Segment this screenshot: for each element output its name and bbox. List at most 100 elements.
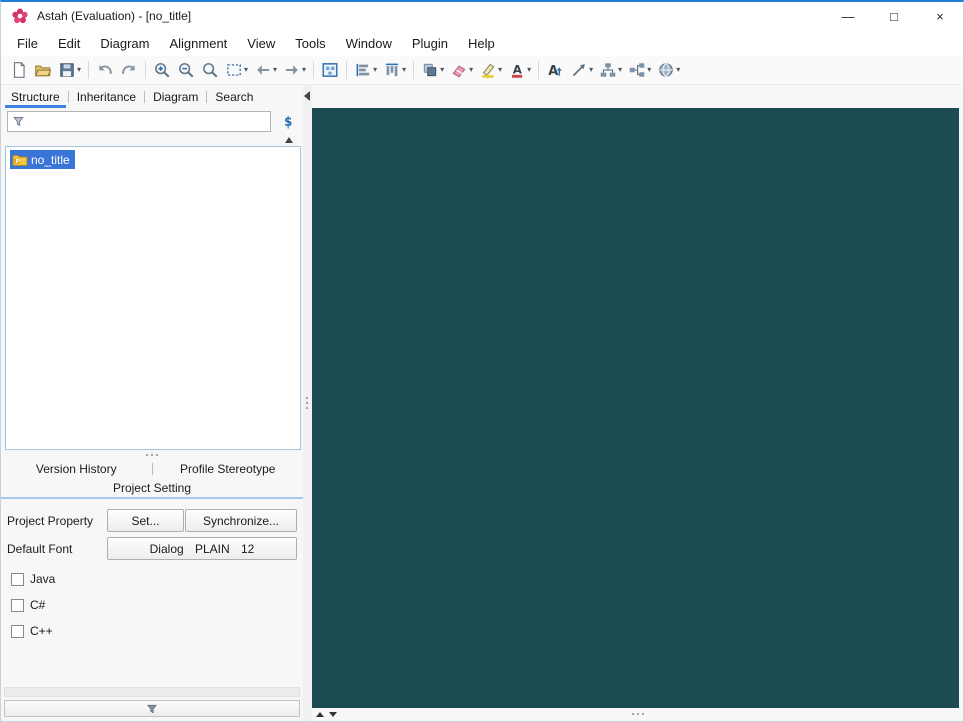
maximize-button[interactable]: □	[871, 2, 917, 30]
filter-row: S	[1, 108, 303, 134]
collapse-all-icon[interactable]	[285, 137, 293, 143]
zoom-out-button[interactable]	[175, 58, 197, 82]
default-font-label: Default Font	[7, 541, 73, 556]
tab-version-history[interactable]: Version History	[1, 462, 152, 476]
sort-button[interactable]: S	[277, 111, 299, 132]
astah-logo-icon	[11, 7, 29, 25]
line-shape-button[interactable]: ▾	[568, 58, 595, 82]
panel-splitter-handle[interactable]	[1, 450, 303, 459]
dropdown-caret-icon: ▾	[469, 65, 474, 74]
zoom-area-icon	[225, 61, 243, 79]
diagram-overview-icon	[321, 61, 339, 79]
new-file-icon	[10, 61, 28, 79]
open-project-button[interactable]	[32, 58, 54, 82]
window-title: Astah (Evaluation) - [no_title]	[37, 9, 192, 23]
menu-help[interactable]: Help	[458, 32, 505, 55]
cpp-checkbox[interactable]	[11, 624, 24, 638]
structure-tab-bar: Structure Inheritance Diagram Search	[1, 85, 303, 108]
highlighter-button[interactable]: ▾	[477, 58, 504, 82]
tab-profile-stereotype[interactable]: Profile Stereotype	[153, 462, 304, 476]
menu-plugin[interactable]: Plugin	[402, 32, 458, 55]
tab-search[interactable]: Search	[209, 85, 259, 108]
panel-canvas-splitter[interactable]	[303, 85, 312, 721]
dropdown-caret-icon: ▾	[244, 65, 249, 74]
bottom-splitter-handle[interactable]	[312, 713, 963, 715]
hierarchy-button[interactable]: ▾	[597, 58, 624, 82]
tab-diagram[interactable]: Diagram	[147, 85, 204, 108]
grip-dot	[306, 397, 308, 399]
window-controls: — □ ×	[825, 2, 963, 30]
new-file-button[interactable]	[8, 58, 30, 82]
funnel-icon	[146, 703, 158, 715]
grip-dot	[631, 713, 634, 715]
java-checkbox[interactable]	[11, 572, 24, 586]
structure-tree[interactable]: P no_title	[5, 146, 301, 450]
depth-order-button[interactable]: ▾	[419, 58, 446, 82]
tab-project-setting[interactable]: Project Setting	[113, 481, 191, 495]
menu-alignment[interactable]: Alignment	[159, 32, 237, 55]
dropdown-caret-icon: ▾	[273, 65, 278, 74]
hierarchy-icon	[599, 61, 617, 79]
menu-edit[interactable]: Edit	[48, 32, 90, 55]
filter-toggle-button[interactable]	[4, 700, 300, 717]
menu-diagram[interactable]: Diagram	[90, 32, 159, 55]
redo-button[interactable]	[118, 58, 140, 82]
close-button[interactable]: ×	[917, 2, 963, 30]
zoom-100-icon	[201, 61, 219, 79]
zoom-100-button[interactable]	[199, 58, 221, 82]
project-property-row: Project Property Set... Synchronize...	[7, 509, 297, 532]
splitter-grip	[306, 397, 308, 409]
diagram-overview-button[interactable]	[319, 58, 341, 82]
menu-file[interactable]: File	[7, 32, 48, 55]
project-setting-panel: Project Property Set... Synchronize... D…	[1, 499, 303, 638]
dropdown-caret-icon: ▾	[647, 65, 652, 74]
minimize-button[interactable]: —	[825, 2, 871, 30]
title-bar: Astah (Evaluation) - [no_title] — □ ×	[1, 2, 963, 30]
align-icon	[354, 61, 372, 79]
grip-dot	[636, 713, 639, 715]
filter-box	[7, 111, 271, 132]
menu-tools[interactable]: Tools	[285, 32, 335, 55]
previous-diagram-button[interactable]: ▾	[252, 58, 279, 82]
next-diagram-button[interactable]: ▾	[281, 58, 308, 82]
tree-item-project-root[interactable]: P no_title	[10, 150, 75, 169]
tab-structure[interactable]: Structure	[5, 85, 66, 108]
zoom-in-button[interactable]	[151, 58, 173, 82]
align-button[interactable]: ▾	[352, 58, 379, 82]
highlighter-icon	[479, 61, 497, 79]
svg-text:A: A	[548, 64, 558, 79]
menu-view[interactable]: View	[237, 32, 285, 55]
font-size-button[interactable]: A	[544, 58, 566, 82]
zoom-area-button[interactable]: ▾	[223, 58, 250, 82]
save-icon	[58, 61, 76, 79]
collapse-panel-icon[interactable]	[304, 91, 310, 101]
csharp-checkbox[interactable]	[11, 598, 24, 612]
zoom-in-icon	[153, 61, 171, 79]
synchronize-button[interactable]: Synchronize...	[185, 509, 297, 532]
color-fill-button[interactable]: ▾	[448, 58, 475, 82]
color-fill-icon	[450, 61, 468, 79]
back-arrow-icon	[254, 61, 272, 79]
menu-window[interactable]: Window	[336, 32, 402, 55]
package-icon: P	[12, 153, 28, 167]
save-button[interactable]: ▾	[56, 58, 83, 82]
undo-button[interactable]	[94, 58, 116, 82]
toolbar-separator	[346, 61, 348, 79]
font-color-button[interactable]: A ▾	[506, 58, 533, 82]
filter-input[interactable]	[29, 114, 266, 129]
default-font-button[interactable]: Dialog PLAIN 12	[107, 537, 297, 560]
auto-layout-button[interactable]: ▾	[626, 58, 653, 82]
tab-inheritance[interactable]: Inheritance	[71, 85, 142, 108]
set-button[interactable]: Set...	[107, 509, 184, 532]
community-site-button[interactable]: ▾	[655, 58, 682, 82]
horizontal-scrollbar[interactable]	[4, 687, 300, 697]
distribute-button[interactable]: ▾	[381, 58, 408, 82]
zoom-out-icon	[177, 61, 195, 79]
main-area: Structure Inheritance Diagram Search S	[1, 85, 963, 721]
toolbar-separator	[88, 61, 90, 79]
globe-icon	[657, 61, 675, 79]
diagram-canvas	[312, 108, 959, 708]
grip-dot	[641, 713, 644, 715]
dropdown-caret-icon: ▾	[618, 65, 623, 74]
